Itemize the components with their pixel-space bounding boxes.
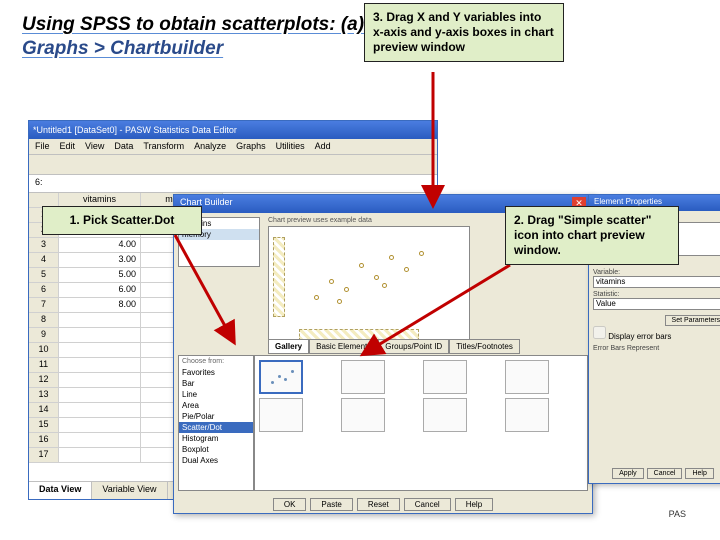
ok-button[interactable]: OK <box>273 498 307 511</box>
spss-title-text: *Untitled1 [DataSet0] - PASW Statistics … <box>33 125 237 135</box>
spss-toolbar <box>29 155 437 175</box>
gallery-choose-label: Choose from: <box>179 356 253 367</box>
menu-addons[interactable]: Add <box>315 141 331 152</box>
thumb-scatter-matrix[interactable] <box>341 360 385 394</box>
gallery-pie[interactable]: Pie/Polar <box>179 411 253 422</box>
thumb-dropline[interactable] <box>341 398 385 432</box>
arrow-step2-to-thumb <box>360 260 520 365</box>
cell[interactable]: 5.00 <box>59 268 141 283</box>
menu-analyze[interactable]: Analyze <box>194 141 226 152</box>
row-hdr[interactable]: 11 <box>29 358 59 373</box>
arrow-step3-to-preview <box>418 72 448 217</box>
row-hdr[interactable]: 14 <box>29 403 59 418</box>
errorbars-represent-label: Error Bars Represent <box>593 345 720 352</box>
row-hdr[interactable]: 5 <box>29 268 59 283</box>
cancel-button-ep[interactable]: Cancel <box>647 468 683 479</box>
menu-file[interactable]: File <box>35 141 50 152</box>
row-hdr[interactable]: 15 <box>29 418 59 433</box>
thumb-grouped-scatter[interactable] <box>259 398 303 432</box>
cell[interactable]: 6.00 <box>59 283 141 298</box>
row-hdr[interactable]: 7 <box>29 298 59 313</box>
row-hdr[interactable]: 12 <box>29 373 59 388</box>
cell[interactable] <box>59 433 141 448</box>
thumb-overlay[interactable] <box>505 398 549 432</box>
callout-step-1: 1. Pick Scatter.Dot <box>42 206 202 235</box>
preview-hint: Chart preview uses example data <box>268 217 470 224</box>
cell[interactable] <box>59 343 141 358</box>
gallery-chart-type-list[interactable]: Choose from: Favorites Bar Line Area Pie… <box>178 355 254 491</box>
menu-graphs[interactable]: Graphs <box>236 141 266 152</box>
cell[interactable]: 3.00 <box>59 253 141 268</box>
arrow-step1-to-list <box>170 230 250 355</box>
statistic-label: Statistic: <box>593 291 720 298</box>
gallery-line[interactable]: Line <box>179 389 253 400</box>
tab-variable-view[interactable]: Variable View <box>92 482 167 499</box>
set-parameters-button[interactable]: Set Parameters... <box>665 315 720 326</box>
gallery-thumbnails <box>254 355 588 491</box>
cell[interactable]: 8.00 <box>59 298 141 313</box>
y-axis-dropzone[interactable] <box>273 237 285 317</box>
menu-utilities[interactable]: Utilities <box>276 141 305 152</box>
gallery-area: Choose from: Favorites Bar Line Area Pie… <box>178 355 588 491</box>
cell[interactable] <box>59 388 141 403</box>
row-hdr[interactable]: 4 <box>29 253 59 268</box>
gallery-favorites[interactable]: Favorites <box>179 367 253 378</box>
cell[interactable] <box>59 328 141 343</box>
slide-title: Using SPSS to obtain scatterplots: (a) s… <box>0 0 720 38</box>
callout-step-3: 3. Drag X and Y variables into x-axis an… <box>364 3 564 62</box>
row-hdr[interactable]: 9 <box>29 328 59 343</box>
menu-view[interactable]: View <box>85 141 104 152</box>
callout-step-2: 2. Drag "Simple scatter" icon into chart… <box>505 206 679 265</box>
row-hdr[interactable]: 6 <box>29 283 59 298</box>
row-hdr[interactable]: 17 <box>29 448 59 463</box>
pas-footer-label: PAS <box>669 509 686 519</box>
variable-label: Variable: <box>593 269 720 276</box>
reset-button[interactable]: Reset <box>357 498 400 511</box>
row-hdr[interactable]: 3 <box>29 238 59 253</box>
menu-data[interactable]: Data <box>114 141 133 152</box>
cell[interactable] <box>59 313 141 328</box>
cancel-button[interactable]: Cancel <box>404 498 451 511</box>
cell[interactable] <box>59 373 141 388</box>
paste-button[interactable]: Paste <box>310 498 352 511</box>
cell[interactable] <box>59 403 141 418</box>
cell[interactable] <box>59 448 141 463</box>
thumb-scatter-3d[interactable] <box>505 360 549 394</box>
slide-subtitle: Graphs > Chartbuilder <box>0 38 720 66</box>
tab-gallery[interactable]: Gallery <box>268 339 309 353</box>
spss-cell-ref: 6: <box>29 175 437 193</box>
gallery-bar[interactable]: Bar <box>179 378 253 389</box>
row-hdr[interactable]: 16 <box>29 433 59 448</box>
cell[interactable] <box>59 418 141 433</box>
cell[interactable]: 4.00 <box>59 238 141 253</box>
help-button[interactable]: Help <box>455 498 493 511</box>
gallery-scatter-dot[interactable]: Scatter/Dot <box>179 422 253 433</box>
display-errorbars-label: Display error bars <box>608 332 671 341</box>
display-errorbars-checkbox[interactable] <box>593 326 606 339</box>
chart-builder-buttons: OK Paste Reset Cancel Help <box>174 498 592 511</box>
statistic-field[interactable]: Value <box>593 298 720 310</box>
row-hdr[interactable]: 10 <box>29 343 59 358</box>
row-hdr[interactable]: 13 <box>29 388 59 403</box>
cell[interactable] <box>59 358 141 373</box>
spss-titlebar: *Untitled1 [DataSet0] - PASW Statistics … <box>29 121 437 139</box>
spss-menubar: File Edit View Data Transform Analyze Gr… <box>29 139 437 155</box>
gallery-dualaxes[interactable]: Dual Axes <box>179 455 253 466</box>
gallery-boxplot[interactable]: Boxplot <box>179 444 253 455</box>
variable-field[interactable]: vitamins <box>593 276 720 288</box>
row-hdr[interactable]: 8 <box>29 313 59 328</box>
gallery-area[interactable]: Area <box>179 400 253 411</box>
menu-edit[interactable]: Edit <box>60 141 76 152</box>
thumb-simple-dot[interactable] <box>423 360 467 394</box>
thumb-simple-scatter[interactable] <box>259 360 303 394</box>
apply-button[interactable]: Apply <box>612 468 644 479</box>
gallery-histogram[interactable]: Histogram <box>179 433 253 444</box>
thumb-summary-point[interactable] <box>423 398 467 432</box>
help-button-ep[interactable]: Help <box>685 468 713 479</box>
tab-data-view[interactable]: Data View <box>29 482 92 499</box>
menu-transform[interactable]: Transform <box>143 141 184 152</box>
